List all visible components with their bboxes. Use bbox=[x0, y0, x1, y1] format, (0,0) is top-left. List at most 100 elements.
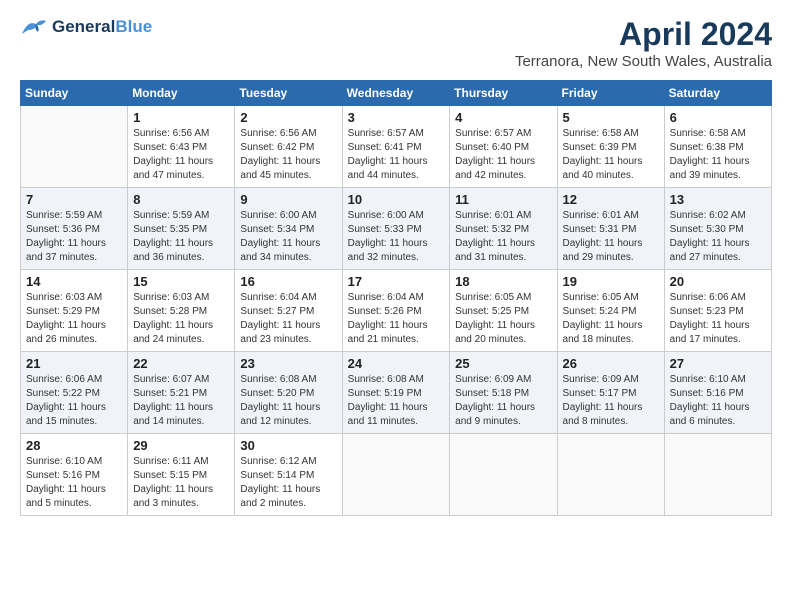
day-info: Sunrise: 6:56 AM Sunset: 6:43 PM Dayligh… bbox=[133, 127, 229, 183]
calendar-week-row: 28 Sunrise: 6:10 AM Sunset: 5:16 PM Dayli… bbox=[21, 434, 772, 516]
day-info: Sunrise: 6:06 AM Sunset: 5:23 PM Dayligh… bbox=[670, 291, 766, 347]
calendar-cell: 12 Sunrise: 6:01 AM Sunset: 5:31 PM Dayli… bbox=[557, 188, 664, 270]
calendar-week-row: 7 Sunrise: 5:59 AM Sunset: 5:36 PM Daylig… bbox=[21, 188, 772, 270]
location-title: Terranora, New South Wales, Australia bbox=[515, 53, 772, 70]
day-number: 4 bbox=[455, 110, 551, 125]
calendar-cell: 5Sunrise: 6:58 AM Sunset: 6:39 PM Daylig… bbox=[557, 106, 664, 188]
day-number: 8 bbox=[133, 192, 229, 207]
day-info: Sunrise: 6:56 AM Sunset: 6:42 PM Dayligh… bbox=[240, 127, 336, 183]
day-number: 19 bbox=[563, 274, 659, 289]
calendar-cell: 21 Sunrise: 6:06 AM Sunset: 5:22 PM Dayli… bbox=[21, 352, 128, 434]
calendar-cell: 17 Sunrise: 6:04 AM Sunset: 5:26 PM Dayli… bbox=[342, 270, 450, 352]
day-number: 9 bbox=[240, 192, 336, 207]
day-info: Sunrise: 6:05 AM Sunset: 5:24 PM Dayligh… bbox=[563, 291, 659, 347]
day-number: 27 bbox=[670, 356, 766, 371]
weekday-header-monday: Monday bbox=[128, 81, 235, 106]
day-number: 26 bbox=[563, 356, 659, 371]
day-number: 2 bbox=[240, 110, 336, 125]
day-info: Sunrise: 6:01 AM Sunset: 5:32 PM Dayligh… bbox=[455, 209, 551, 265]
day-number: 3 bbox=[348, 110, 445, 125]
day-info: Sunrise: 6:09 AM Sunset: 5:17 PM Dayligh… bbox=[563, 373, 659, 429]
calendar-table: SundayMondayTuesdayWednesdayThursdayFrid… bbox=[20, 80, 772, 516]
calendar-cell: 28 Sunrise: 6:10 AM Sunset: 5:16 PM Dayli… bbox=[21, 434, 128, 516]
calendar-cell: 25 Sunrise: 6:09 AM Sunset: 5:18 PM Dayli… bbox=[450, 352, 557, 434]
day-number: 29 bbox=[133, 438, 229, 453]
calendar-cell: 9Sunrise: 6:00 AM Sunset: 5:34 PM Daylig… bbox=[235, 188, 342, 270]
day-info: Sunrise: 5:59 AM Sunset: 5:36 PM Dayligh… bbox=[26, 209, 122, 265]
calendar-cell bbox=[342, 434, 450, 516]
day-number: 14 bbox=[26, 274, 122, 289]
calendar-cell: 15Sunrise: 6:03 AM Sunset: 5:28 PM Dayli… bbox=[128, 270, 235, 352]
calendar-week-row: 21 Sunrise: 6:06 AM Sunset: 5:22 PM Dayli… bbox=[21, 352, 772, 434]
day-info: Sunrise: 6:09 AM Sunset: 5:18 PM Dayligh… bbox=[455, 373, 551, 429]
logo-bird-icon bbox=[20, 16, 48, 38]
calendar-cell: 6 Sunrise: 6:58 AM Sunset: 6:38 PM Daylig… bbox=[664, 106, 771, 188]
calendar-cell: 8 Sunrise: 5:59 AM Sunset: 5:35 PM Daylig… bbox=[128, 188, 235, 270]
day-info: Sunrise: 6:07 AM Sunset: 5:21 PM Dayligh… bbox=[133, 373, 229, 429]
day-info: Sunrise: 6:10 AM Sunset: 5:16 PM Dayligh… bbox=[26, 455, 122, 511]
day-number: 25 bbox=[455, 356, 551, 371]
calendar-cell: 11 Sunrise: 6:01 AM Sunset: 5:32 PM Dayli… bbox=[450, 188, 557, 270]
day-number: 22 bbox=[133, 356, 229, 371]
calendar-cell: 7 Sunrise: 5:59 AM Sunset: 5:36 PM Daylig… bbox=[21, 188, 128, 270]
calendar-cell: 3 Sunrise: 6:57 AM Sunset: 6:41 PM Daylig… bbox=[342, 106, 450, 188]
day-number: 16 bbox=[240, 274, 336, 289]
calendar-cell: 18Sunrise: 6:05 AM Sunset: 5:25 PM Dayli… bbox=[450, 270, 557, 352]
day-info: Sunrise: 6:06 AM Sunset: 5:22 PM Dayligh… bbox=[26, 373, 122, 429]
calendar-cell: 29 Sunrise: 6:11 AM Sunset: 5:15 PM Dayli… bbox=[128, 434, 235, 516]
day-number: 17 bbox=[348, 274, 445, 289]
weekday-header-row: SundayMondayTuesdayWednesdayThursdayFrid… bbox=[21, 81, 772, 106]
weekday-header-thursday: Thursday bbox=[450, 81, 557, 106]
calendar-week-row: 14Sunrise: 6:03 AM Sunset: 5:29 PM Dayli… bbox=[21, 270, 772, 352]
day-info: Sunrise: 6:58 AM Sunset: 6:38 PM Dayligh… bbox=[670, 127, 766, 183]
day-info: Sunrise: 6:12 AM Sunset: 5:14 PM Dayligh… bbox=[240, 455, 336, 511]
calendar-cell bbox=[21, 106, 128, 188]
day-info: Sunrise: 6:02 AM Sunset: 5:30 PM Dayligh… bbox=[670, 209, 766, 265]
day-info: Sunrise: 6:58 AM Sunset: 6:39 PM Dayligh… bbox=[563, 127, 659, 183]
calendar-cell: 16 Sunrise: 6:04 AM Sunset: 5:27 PM Dayli… bbox=[235, 270, 342, 352]
day-number: 11 bbox=[455, 192, 551, 207]
weekday-header-wednesday: Wednesday bbox=[342, 81, 450, 106]
day-info: Sunrise: 6:01 AM Sunset: 5:31 PM Dayligh… bbox=[563, 209, 659, 265]
day-number: 23 bbox=[240, 356, 336, 371]
day-number: 6 bbox=[670, 110, 766, 125]
weekday-header-saturday: Saturday bbox=[664, 81, 771, 106]
calendar-cell: 24 Sunrise: 6:08 AM Sunset: 5:19 PM Dayli… bbox=[342, 352, 450, 434]
day-number: 13 bbox=[670, 192, 766, 207]
calendar-cell: 22 Sunrise: 6:07 AM Sunset: 5:21 PM Dayli… bbox=[128, 352, 235, 434]
page: GeneralBlue April 2024 Terranora, New So… bbox=[0, 0, 792, 612]
calendar-cell: 10 Sunrise: 6:00 AM Sunset: 5:33 PM Dayli… bbox=[342, 188, 450, 270]
day-info: Sunrise: 6:57 AM Sunset: 6:41 PM Dayligh… bbox=[348, 127, 445, 183]
day-info: Sunrise: 6:10 AM Sunset: 5:16 PM Dayligh… bbox=[670, 373, 766, 429]
calendar-cell: 14Sunrise: 6:03 AM Sunset: 5:29 PM Dayli… bbox=[21, 270, 128, 352]
calendar-cell: 1 Sunrise: 6:56 AM Sunset: 6:43 PM Daylig… bbox=[128, 106, 235, 188]
calendar-cell: 13 Sunrise: 6:02 AM Sunset: 5:30 PM Dayli… bbox=[664, 188, 771, 270]
calendar-cell bbox=[557, 434, 664, 516]
day-number: 7 bbox=[26, 192, 122, 207]
day-number: 21 bbox=[26, 356, 122, 371]
calendar-cell: 20Sunrise: 6:06 AM Sunset: 5:23 PM Dayli… bbox=[664, 270, 771, 352]
day-info: Sunrise: 5:59 AM Sunset: 5:35 PM Dayligh… bbox=[133, 209, 229, 265]
calendar-cell: 26 Sunrise: 6:09 AM Sunset: 5:17 PM Dayli… bbox=[557, 352, 664, 434]
day-info: Sunrise: 6:00 AM Sunset: 5:33 PM Dayligh… bbox=[348, 209, 445, 265]
day-number: 12 bbox=[563, 192, 659, 207]
calendar-cell: 23 Sunrise: 6:08 AM Sunset: 5:20 PM Dayli… bbox=[235, 352, 342, 434]
calendar-header: SundayMondayTuesdayWednesdayThursdayFrid… bbox=[21, 81, 772, 106]
calendar-week-row: 1 Sunrise: 6:56 AM Sunset: 6:43 PM Daylig… bbox=[21, 106, 772, 188]
day-info: Sunrise: 6:08 AM Sunset: 5:19 PM Dayligh… bbox=[348, 373, 445, 429]
day-info: Sunrise: 6:04 AM Sunset: 5:26 PM Dayligh… bbox=[348, 291, 445, 347]
day-number: 28 bbox=[26, 438, 122, 453]
day-info: Sunrise: 6:08 AM Sunset: 5:20 PM Dayligh… bbox=[240, 373, 336, 429]
calendar-body: 1 Sunrise: 6:56 AM Sunset: 6:43 PM Daylig… bbox=[21, 106, 772, 516]
day-number: 24 bbox=[348, 356, 445, 371]
calendar-cell: 30Sunrise: 6:12 AM Sunset: 5:14 PM Dayli… bbox=[235, 434, 342, 516]
weekday-header-friday: Friday bbox=[557, 81, 664, 106]
calendar-cell bbox=[664, 434, 771, 516]
day-number: 1 bbox=[133, 110, 229, 125]
day-number: 10 bbox=[348, 192, 445, 207]
day-info: Sunrise: 6:11 AM Sunset: 5:15 PM Dayligh… bbox=[133, 455, 229, 511]
weekday-header-sunday: Sunday bbox=[21, 81, 128, 106]
day-info: Sunrise: 6:57 AM Sunset: 6:40 PM Dayligh… bbox=[455, 127, 551, 183]
day-info: Sunrise: 6:04 AM Sunset: 5:27 PM Dayligh… bbox=[240, 291, 336, 347]
logo: GeneralBlue bbox=[20, 16, 152, 38]
